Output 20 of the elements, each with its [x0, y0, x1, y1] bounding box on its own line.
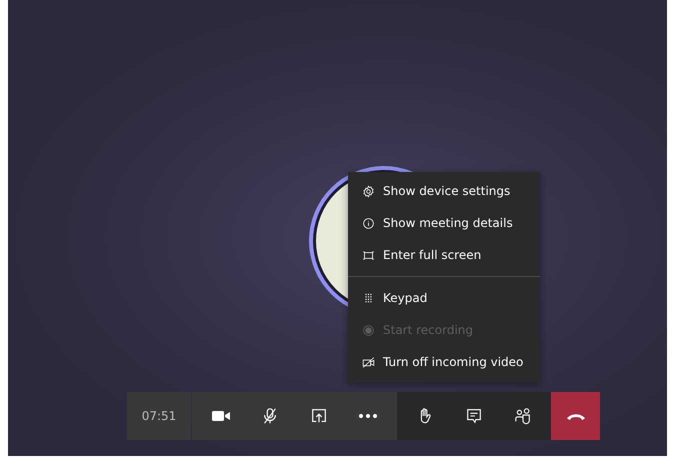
- menu-item[interactable]: Show meeting details: [348, 207, 540, 239]
- menu-item[interactable]: Enter full screen: [348, 239, 540, 271]
- menu-item[interactable]: Show device settings: [348, 175, 540, 207]
- record-icon: [362, 324, 375, 336]
- menu-item[interactable]: Turn off incoming video: [348, 346, 540, 378]
- frame-icon: [362, 248, 375, 262]
- hang-up-button[interactable]: [551, 392, 600, 440]
- gear-icon: [362, 184, 375, 198]
- call-timer: 07:51: [127, 392, 191, 440]
- menu-item[interactable]: Keypad: [348, 282, 540, 314]
- phone-icon: [566, 412, 586, 420]
- menu-item-label: Show device settings: [383, 184, 510, 198]
- menu-item-label: Turn off incoming video: [383, 355, 524, 369]
- people-icon: [512, 407, 533, 425]
- menu-item-label: Enter full screen: [383, 248, 482, 262]
- video-off-icon: [362, 356, 375, 368]
- menu-item-label: Show meeting details: [383, 216, 513, 230]
- menu-item-label: Keypad: [383, 291, 428, 305]
- info-icon: [362, 216, 375, 230]
- ellipsis-icon: [358, 413, 378, 419]
